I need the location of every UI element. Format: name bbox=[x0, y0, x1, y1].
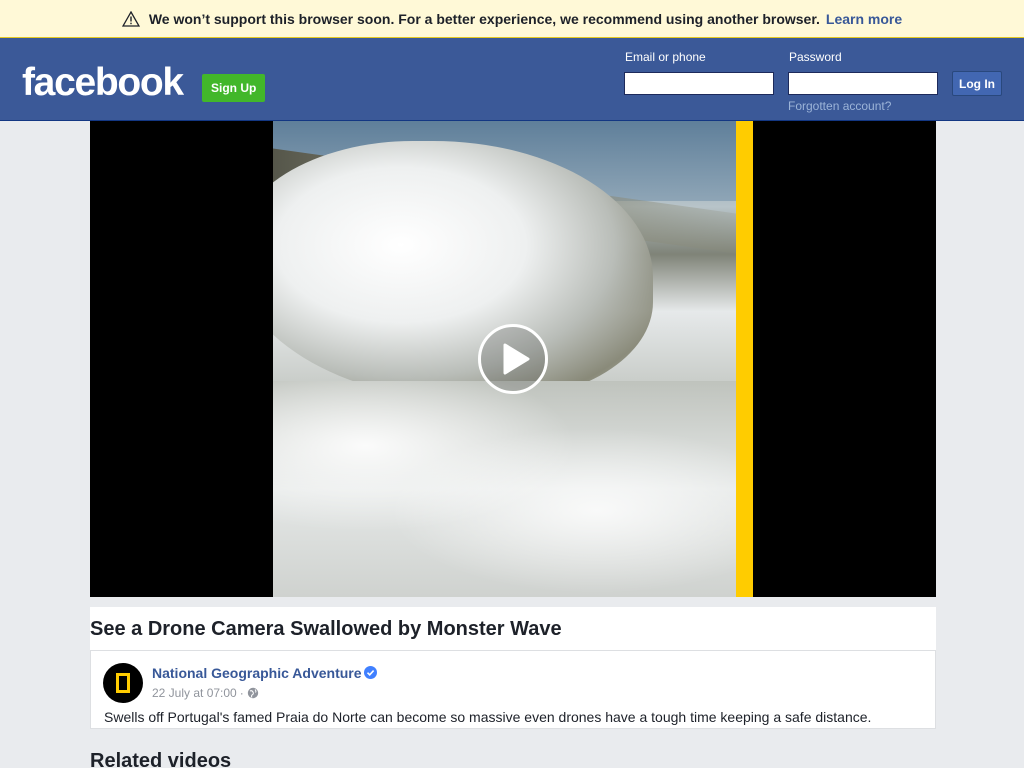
banner-text: We won’t support this browser soon. For … bbox=[148, 10, 820, 27]
related-videos-heading: Related videos bbox=[90, 750, 232, 768]
video-title-card: See a Drone Camera Swallowed by Monster … bbox=[90, 607, 936, 651]
video-player[interactable] bbox=[90, 121, 936, 597]
password-field[interactable] bbox=[788, 72, 938, 95]
learn-more-link[interactable]: Learn more bbox=[826, 11, 902, 27]
post-date[interactable]: 22 July at 07:00 bbox=[152, 686, 237, 700]
sign-up-button[interactable]: Sign Up bbox=[202, 74, 266, 102]
globe-icon[interactable] bbox=[247, 687, 259, 699]
video-foam bbox=[273, 381, 736, 597]
play-button[interactable] bbox=[478, 324, 548, 394]
facebook-logo[interactable]: facebook bbox=[22, 61, 184, 105]
meta-separator: · bbox=[239, 686, 244, 700]
browser-warning-banner: We won’t support this browser soon. For … bbox=[0, 0, 1024, 38]
email-field[interactable] bbox=[624, 72, 774, 95]
log-in-button[interactable]: Log In bbox=[952, 71, 1002, 96]
email-label: Email or phone bbox=[625, 50, 706, 64]
forgotten-account-link[interactable]: Forgotten account? bbox=[788, 99, 891, 113]
top-navigation-bar: facebook Sign Up Email or phone Password… bbox=[0, 38, 1024, 121]
brand-yellow-border bbox=[736, 121, 753, 597]
post-meta: 22 July at 07:00 · bbox=[152, 686, 259, 700]
nat-geo-logo-icon bbox=[116, 673, 130, 693]
page-name-link[interactable]: National Geographic Adventure bbox=[152, 665, 362, 681]
video-title: See a Drone Camera Swallowed by Monster … bbox=[90, 618, 562, 640]
password-label: Password bbox=[789, 50, 842, 64]
warning-triangle-icon bbox=[121, 10, 140, 27]
verified-badge-icon bbox=[364, 666, 377, 679]
page-avatar[interactable] bbox=[103, 663, 143, 703]
post-card: National Geographic Adventure 22 July at… bbox=[90, 651, 936, 729]
play-icon bbox=[503, 343, 530, 375]
post-description: Swells off Portugal's famed Praia do Nor… bbox=[104, 709, 872, 725]
